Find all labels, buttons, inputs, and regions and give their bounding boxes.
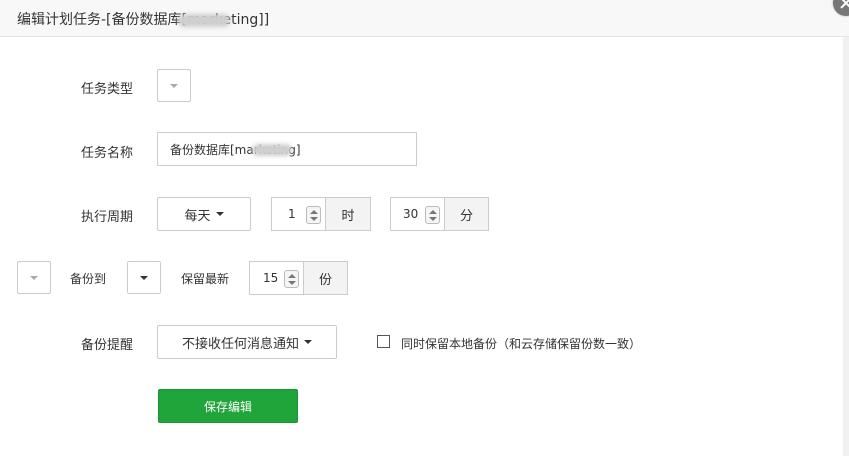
dialog-title: 编辑计划任务-[备份数据库[marketing]] <box>17 12 270 28</box>
stepper-arrows-icon[interactable] <box>306 206 321 224</box>
minute-stepper[interactable]: 30 <box>390 197 445 231</box>
notify-value: 不接收任何消息通知 <box>181 336 299 352</box>
chevron-down-icon <box>304 340 312 344</box>
chevron-down-icon <box>140 275 148 280</box>
notify-select[interactable]: 不接收任何消息通知 <box>157 325 337 359</box>
frequency-select[interactable]: 每天 <box>157 197 251 231</box>
local-keep-label: 同时保留本地备份（和云存储保留份数一致） <box>401 337 642 351</box>
hour-unit: 时 <box>326 197 371 231</box>
chevron-down-icon <box>215 212 224 216</box>
period-label: 执行周期 <box>81 210 134 225</box>
keep-count-stepper[interactable]: 15 <box>249 261 304 295</box>
hour-stepper[interactable]: 1 <box>271 197 326 231</box>
task-type-label: 任务类型 <box>81 82 134 97</box>
keep-count-unit: 份 <box>304 261 348 295</box>
scrollbar[interactable] <box>843 37 849 456</box>
redaction-blur <box>178 14 230 27</box>
backup-to-label: 备份到 <box>70 272 107 286</box>
backup-target-select[interactable] <box>127 261 161 294</box>
stepper-arrows-icon[interactable] <box>284 270 299 288</box>
local-keep-checkbox[interactable] <box>377 335 390 348</box>
chevron-down-icon <box>170 83 178 88</box>
task-type-select[interactable] <box>157 69 191 102</box>
stepper-arrows-icon[interactable] <box>425 206 440 224</box>
keep-stepper-group: 15 份 <box>249 261 348 295</box>
chevron-down-icon <box>30 275 38 280</box>
notify-label: 备份提醒 <box>81 338 134 353</box>
redaction-blur <box>252 144 292 156</box>
minute-stepper-group: 30 分 <box>390 197 489 231</box>
hour-value: 1 <box>288 207 296 221</box>
minute-value: 30 <box>403 207 419 221</box>
task-name-label: 任务名称 <box>81 146 134 161</box>
minute-unit: 分 <box>445 197 489 231</box>
frequency-value: 每天 <box>184 208 211 224</box>
keep-count-value: 15 <box>263 271 279 285</box>
hour-stepper-group: 1 时 <box>271 197 371 231</box>
save-button[interactable]: 保存编辑 <box>158 389 298 423</box>
backup-source-select[interactable] <box>17 261 51 294</box>
dialog-titlebar: 编辑计划任务-[备份数据库[marketing]] <box>0 0 849 37</box>
keep-latest-label: 保留最新 <box>181 272 230 286</box>
